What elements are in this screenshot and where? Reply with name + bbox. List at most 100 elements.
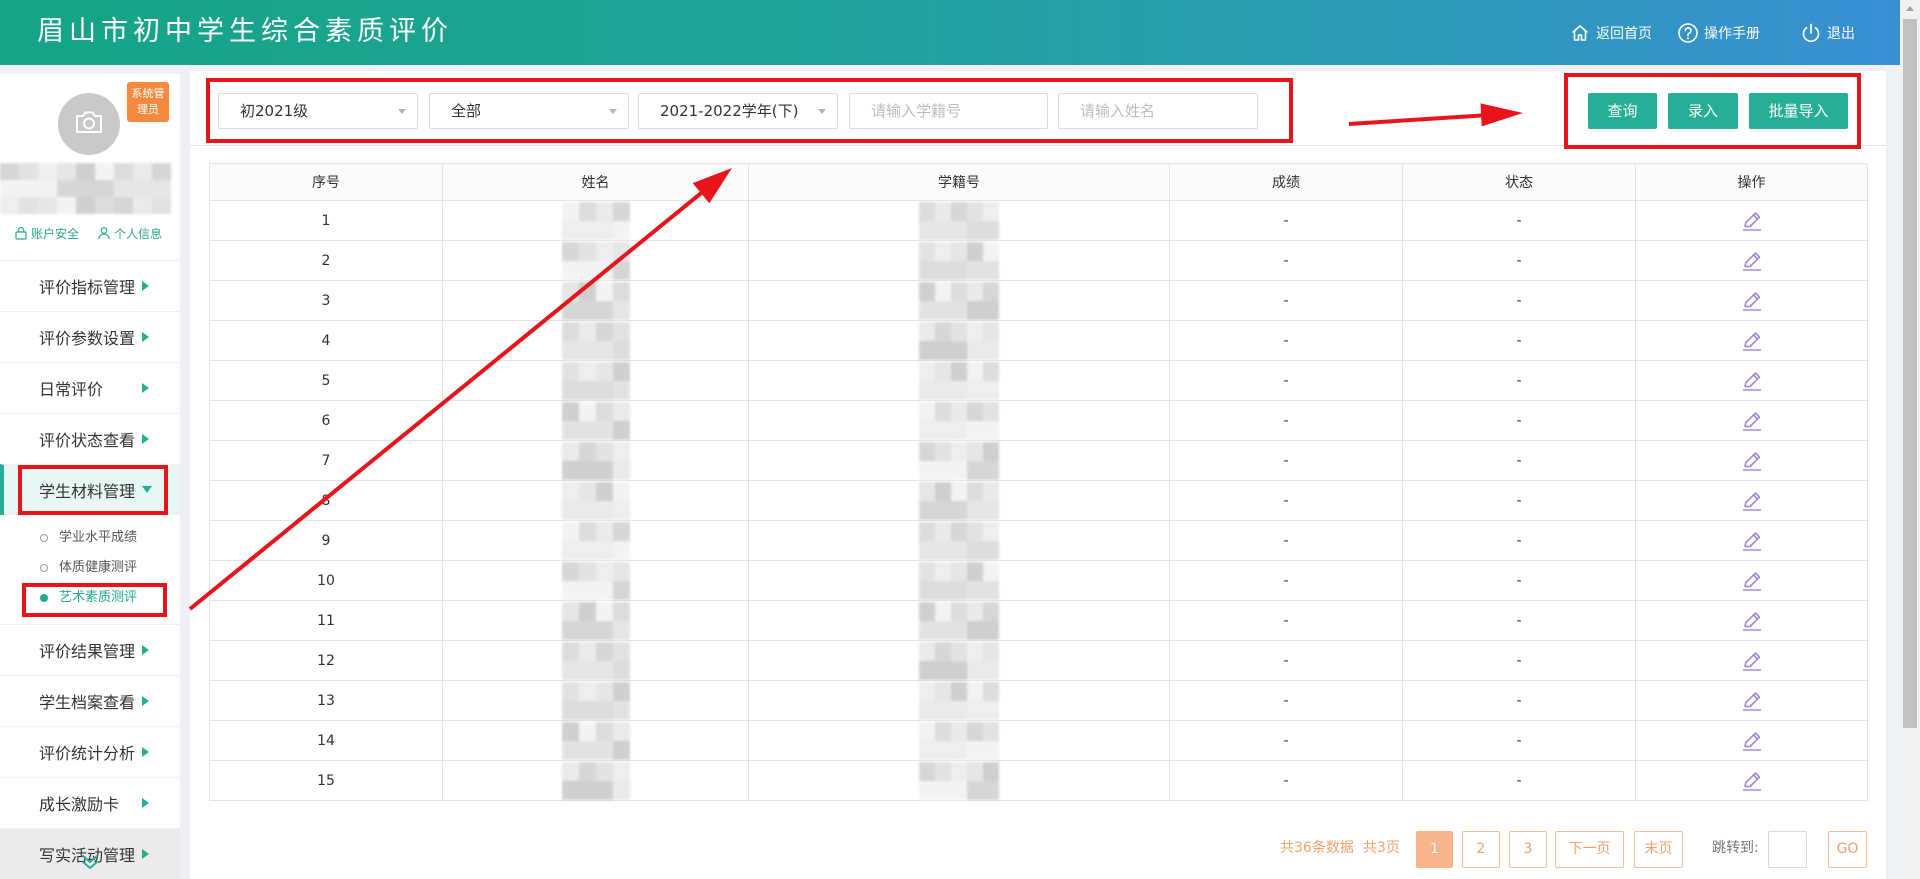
student-name-input[interactable]	[1058, 93, 1258, 129]
row-index-cell: 8	[209, 480, 443, 521]
profile-link[interactable]: 个人信息	[97, 224, 162, 242]
account-security-link[interactable]: 账户安全	[14, 224, 79, 242]
sidebar-item-student-materials[interactable]: 学生材料管理	[0, 464, 180, 515]
logout-link[interactable]: 退出	[1800, 22, 1855, 44]
row-index-cell: 14	[209, 720, 443, 761]
sidebar-item-parameter-settings[interactable]: 评价参数设置	[0, 311, 180, 362]
edit-icon[interactable]	[1739, 248, 1765, 274]
status-cell: -	[1402, 520, 1636, 561]
redaction-mosaic	[919, 681, 999, 720]
column-header-student-id: 学籍号	[748, 163, 1170, 201]
actions-cell	[1635, 440, 1868, 481]
edit-icon[interactable]	[1739, 568, 1765, 594]
sidebar-item-indicator-management[interactable]: 评价指标管理	[0, 260, 180, 311]
table-row: 15 - -	[209, 760, 1868, 801]
home-link-label: 返回首页	[1596, 26, 1652, 42]
divider	[190, 145, 1886, 146]
submenu-item-arts-assessment[interactable]: 艺术素质测评	[0, 583, 180, 613]
redaction-mosaic	[561, 401, 630, 440]
student-id-cell	[748, 320, 1170, 361]
table-row: 1 --	[209, 200, 1868, 241]
edit-icon[interactable]	[1739, 488, 1765, 514]
sidebar-item-daily-evaluation[interactable]: 日常评价	[0, 362, 180, 413]
sidebar-item-statistics[interactable]: 评价统计分析	[0, 726, 180, 777]
edit-icon[interactable]	[1739, 768, 1765, 794]
row-index-cell: 13	[209, 680, 443, 721]
scrollbar-thumb[interactable]	[1903, 19, 1917, 728]
table-row: 14 - -	[209, 720, 1868, 761]
redaction-mosaic	[919, 401, 999, 440]
edit-icon[interactable]	[1739, 608, 1765, 634]
student-id-cell	[748, 760, 1170, 801]
student-name-cell	[442, 560, 749, 601]
edit-icon[interactable]	[1739, 528, 1765, 554]
edit-icon[interactable]	[1739, 208, 1765, 234]
redaction-mosaic	[561, 481, 630, 520]
edit-icon[interactable]	[1739, 328, 1765, 354]
caret-right-icon	[142, 798, 149, 808]
batch-import-button[interactable]: 批量导入	[1749, 93, 1848, 129]
student-name-cell	[442, 240, 749, 281]
status-cell: -	[1402, 200, 1636, 241]
page-scrollbar[interactable]	[1900, 0, 1920, 879]
sidebar-item-label: 日常评价	[39, 380, 104, 399]
table-row: 13 - -	[209, 680, 1868, 721]
category-select[interactable]: 全部	[429, 93, 629, 129]
page-button[interactable]: 2	[1462, 831, 1500, 868]
edit-icon[interactable]	[1739, 728, 1765, 754]
caret-right-icon	[142, 696, 149, 706]
sidebar-item-status-view[interactable]: 评价状态查看	[0, 413, 180, 464]
edit-icon[interactable]	[1739, 288, 1765, 314]
chevron-down-icon[interactable]	[79, 851, 101, 873]
student-id-input[interactable]	[849, 93, 1048, 129]
enter-button[interactable]: 录入	[1668, 93, 1738, 129]
term-select-value: 2021-2022学年(下)	[660, 102, 799, 120]
redaction-mosaic	[561, 681, 630, 720]
student-name-cell	[442, 360, 749, 401]
query-button[interactable]: 查询	[1588, 93, 1657, 129]
redacted-user-name	[0, 163, 171, 214]
avatar[interactable]	[58, 93, 120, 155]
pagination-total: 共36条数据	[1280, 840, 1354, 856]
pagination-page-count: 共3页	[1363, 840, 1400, 856]
submenu-item-academic-scores[interactable]: 学业水平成绩	[0, 523, 180, 553]
status-cell: -	[1402, 760, 1636, 801]
last-page-button[interactable]: 末页	[1634, 831, 1683, 868]
grade-select[interactable]: 初2021级	[218, 93, 418, 129]
sidebar-item-growth-card[interactable]: 成长激励卡	[0, 777, 180, 828]
page-button[interactable]: 3	[1509, 831, 1547, 868]
actions-cell	[1635, 320, 1868, 361]
redaction-mosaic	[919, 321, 999, 360]
sidebar-item-label: 评价状态查看	[39, 431, 136, 450]
sidebar-item-label: 评价结果管理	[39, 642, 136, 661]
sidebar-item-label: 学生档案查看	[39, 693, 136, 712]
table-row: 7 --	[209, 440, 1868, 481]
page-button[interactable]: 1	[1416, 831, 1453, 868]
redaction-mosaic	[919, 721, 999, 760]
app-title: 眉山市初中学生综合素质评价	[37, 16, 453, 47]
edit-icon[interactable]	[1739, 688, 1765, 714]
row-index-cell: 12	[209, 640, 443, 681]
role-badge: 系统管理员	[127, 82, 169, 122]
score-cell: -	[1169, 280, 1403, 321]
sidebar-item-archive-view[interactable]: 学生档案查看	[0, 675, 180, 726]
scroll-up-icon[interactable]	[1906, 6, 1914, 11]
next-page-button[interactable]: 下一页	[1555, 831, 1624, 868]
table-header-row: 序号 姓名 学籍号 成绩 状态 操作	[209, 163, 1868, 201]
edit-icon[interactable]	[1739, 408, 1765, 434]
edit-icon[interactable]	[1739, 648, 1765, 674]
submenu-item-label: 学业水平成绩	[59, 530, 138, 545]
submenu-item-physical-health[interactable]: 体质健康测评	[0, 553, 180, 583]
edit-icon[interactable]	[1739, 368, 1765, 394]
status-cell: -	[1402, 680, 1636, 721]
jump-page-input[interactable]	[1768, 831, 1807, 868]
redaction-mosaic	[561, 441, 630, 480]
sidebar-item-result-management[interactable]: 评价结果管理	[0, 624, 180, 675]
go-button[interactable]: GO	[1828, 831, 1867, 868]
power-icon	[1800, 22, 1822, 44]
term-select[interactable]: 2021-2022学年(下)	[638, 93, 838, 129]
edit-icon[interactable]	[1739, 448, 1765, 474]
manual-link[interactable]: 操作手册	[1677, 22, 1760, 44]
column-header-score: 成绩	[1169, 163, 1403, 201]
home-link[interactable]: 返回首页	[1569, 22, 1652, 44]
